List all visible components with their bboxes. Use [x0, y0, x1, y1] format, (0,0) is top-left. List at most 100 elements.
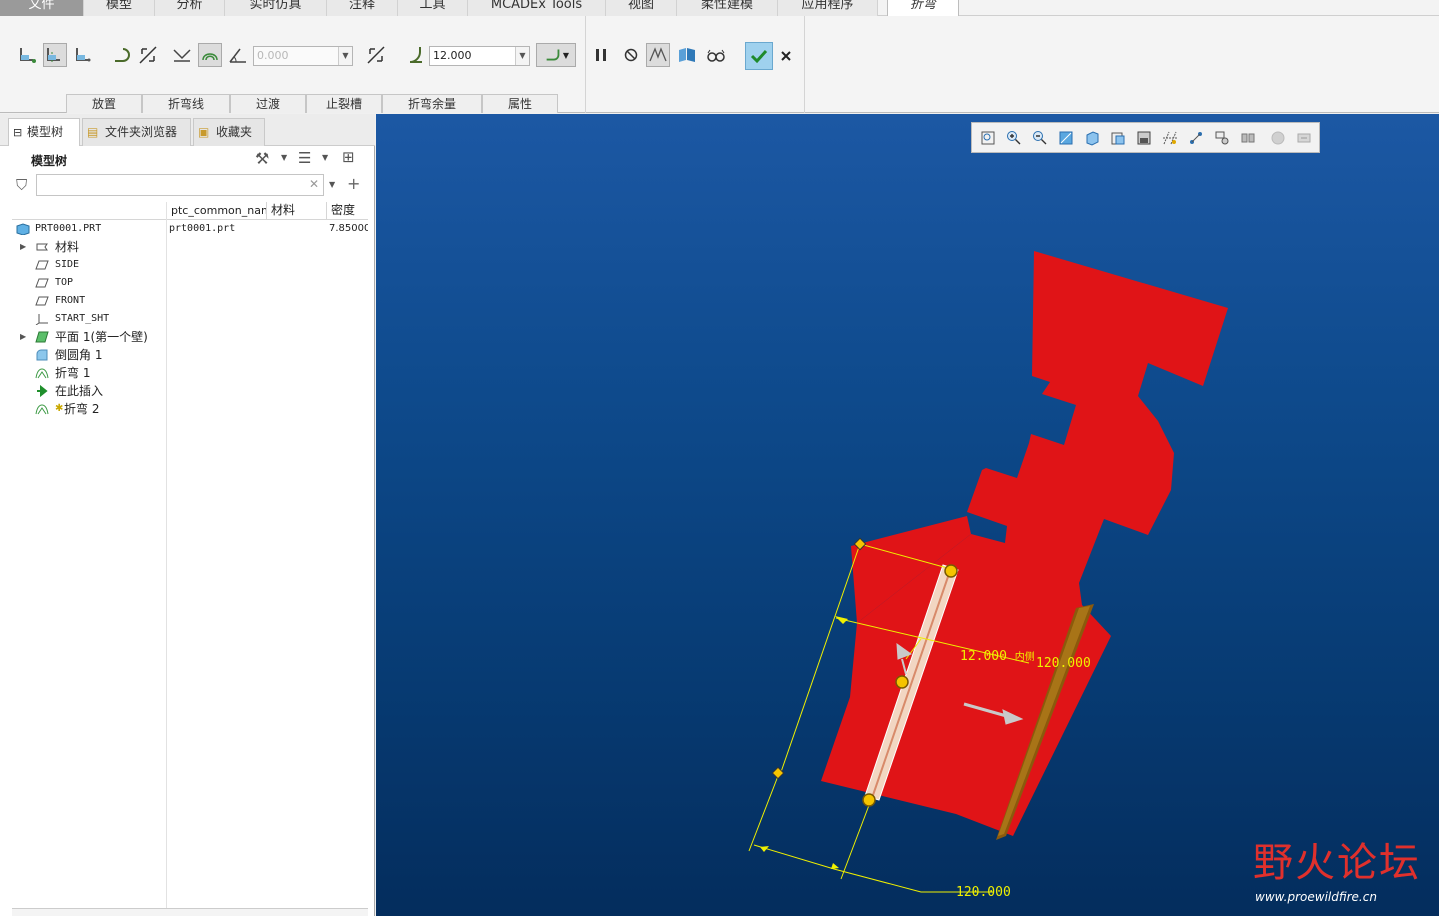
tree-item-root[interactable]: PRT0001.PRT prt0001.prt 7.85000 [12, 220, 368, 238]
bend-direction-icon[interactable] [110, 43, 134, 67]
radius-value: 12.000 [433, 49, 472, 62]
tab-flexible-modeling[interactable]: 柔性建模 [677, 0, 778, 16]
tab-bend-line[interactable]: 折弯线 [142, 94, 230, 113]
tree-item-label: 在此插入 [55, 384, 104, 398]
tree-item-insert-here[interactable]: 在此插入 [12, 382, 368, 400]
tree-item-label: 折弯 2 [64, 402, 100, 416]
tree-item-front[interactable]: FRONT [12, 292, 368, 310]
tree-item-material[interactable]: ▶ 材料 [12, 238, 368, 256]
tree-item-plane-wall[interactable]: ▶ 平面 1(第一个壁) [12, 328, 368, 346]
tree-item-start-sht[interactable]: START_SHT [12, 310, 368, 328]
chevron-down-icon[interactable]: ▼ [281, 153, 287, 162]
bend-center-icon[interactable] [43, 43, 67, 67]
chevron-down-icon[interactable]: ▼ [322, 153, 328, 162]
bend-offset-icon[interactable] [72, 43, 96, 67]
flip-bend-icon[interactable] [136, 43, 160, 67]
bend-rolled-icon[interactable] [198, 43, 222, 67]
datum-plane-icon [35, 277, 49, 289]
folder-icon: ▤ [87, 125, 99, 139]
pause-icon[interactable] [589, 43, 613, 67]
no-preview-icon[interactable] [619, 43, 643, 67]
chevron-down-icon[interactable]: ▼ [338, 47, 352, 65]
dimension-radius[interactable]: 12.000 内侧 [960, 648, 1035, 664]
angle-measure-icon[interactable] [226, 43, 250, 67]
tree-item-bend-1[interactable]: 折弯 1 [12, 364, 368, 382]
graphics-viewport[interactable]: 12.000 内侧 120.000 120.000 野火论坛 www.proew… [376, 114, 1439, 916]
tab-mcadex-tools[interactable]: MCADEx Tools [468, 0, 606, 16]
tree-settings-icon[interactable]: ⚒ [255, 149, 269, 168]
expand-icon[interactable]: ▶ [20, 328, 26, 346]
column-density[interactable]: 密度 [327, 202, 368, 220]
column-common-name[interactable]: ptc_common_name [167, 202, 267, 220]
column-material[interactable]: 材料 [267, 202, 327, 220]
tree-item-top[interactable]: TOP [12, 274, 368, 292]
tab-applications[interactable]: 应用程序 [778, 0, 878, 16]
common-name-value: prt0001.prt [169, 223, 236, 234]
tab-tools[interactable]: 工具 [398, 0, 468, 16]
radius-icon[interactable] [404, 43, 428, 67]
menu-bar: 文件 模型 分析 实时仿真 注释 工具 MCADEx Tools 视图 柔性建模… [0, 0, 1439, 17]
tree-item-label: SIDE [55, 259, 80, 270]
tab-transition[interactable]: 过渡 [230, 94, 306, 113]
clear-icon[interactable]: ✕ [309, 177, 319, 191]
panel-tabs: ⊟ 模型树 ▤ 文件夹浏览器 ▣ 收藏夹 [0, 114, 375, 146]
bend-edge-icon[interactable] [16, 43, 40, 67]
angle-input[interactable]: 0.000 ▼ [253, 46, 353, 66]
tree-item-label: PRT0001.PRT [35, 223, 102, 234]
chevron-down-icon[interactable]: ▼ [329, 180, 335, 189]
verify-mode-icon[interactable] [646, 43, 670, 67]
dimension-side-label: 内侧 [1014, 652, 1035, 663]
dimension-length-right[interactable]: 120.000 [1036, 656, 1091, 671]
dimension-length-bottom[interactable]: 120.000 [956, 885, 1011, 900]
datum-plane-icon [35, 259, 49, 271]
coordinate-system-icon [35, 313, 49, 326]
tree-item-label: 材料 [55, 240, 80, 254]
tab-bend-allowance[interactable]: 折弯余量 [382, 94, 482, 113]
tree-item-side[interactable]: SIDE [12, 256, 368, 274]
filter-row: ⛉ ✕ ▼ + [0, 174, 370, 200]
angle-value: 0.000 [257, 49, 289, 62]
add-icon[interactable]: + [347, 174, 360, 193]
tree-item-label: 倒圆角 1 [55, 348, 103, 362]
column-tree [12, 202, 167, 220]
tree-item-bend-2[interactable]: ✱ 折弯 2 [12, 400, 368, 418]
panel-title: 模型树 [31, 154, 68, 168]
tab-bend[interactable]: 折弯 [887, 0, 959, 17]
radius-input[interactable]: 12.000 ▼ [429, 46, 530, 66]
flip-angle-icon[interactable] [364, 43, 388, 67]
chevron-down-icon[interactable]: ▼ [515, 47, 529, 65]
radius-side-dropdown[interactable]: ▼ [536, 43, 576, 67]
model-canvas[interactable] [376, 114, 1439, 916]
tab-view[interactable]: 视图 [606, 0, 677, 16]
watermark-logo: 野火论坛 www.proewildfire.cn [1251, 830, 1431, 910]
tab-folder-browser[interactable]: ▤ 文件夹浏览器 [82, 118, 191, 146]
tab-model[interactable]: 模型 [84, 0, 155, 16]
round-icon [35, 349, 49, 361]
cancel-close-icon[interactable] [774, 44, 798, 68]
density-value: 7.85000 [329, 223, 368, 234]
confirm-check-icon[interactable] [745, 42, 773, 70]
tab-simulation[interactable]: 实时仿真 [225, 0, 327, 16]
geometry-preview-icon[interactable] [675, 43, 699, 67]
tab-analysis[interactable]: 分析 [155, 0, 225, 16]
datum-plane-icon [35, 295, 49, 307]
tab-placement[interactable]: 放置 [66, 94, 142, 113]
tree-columns-icon[interactable]: ☰ [298, 149, 311, 167]
filter-icon[interactable]: ⛉ [16, 176, 27, 194]
expand-icon[interactable]: ▶ [20, 238, 26, 256]
tab-annotate[interactable]: 注释 [327, 0, 398, 16]
tab-file[interactable]: 文件 [0, 0, 84, 16]
tab-properties[interactable]: 属性 [482, 94, 558, 113]
tree-item-round[interactable]: 倒圆角 1 [12, 346, 368, 364]
tab-relief[interactable]: 止裂槽 [306, 94, 382, 113]
tab-model-tree[interactable]: ⊟ 模型树 [8, 118, 80, 146]
material-icon [35, 241, 49, 253]
horizontal-scrollbar[interactable] [12, 908, 368, 916]
tab-favorites[interactable]: ▣ 收藏夹 [193, 118, 265, 146]
bend-angle-icon[interactable] [170, 43, 194, 67]
tree-filter-display-icon[interactable]: ⊞ [342, 148, 355, 166]
favorites-icon: ▣ [198, 125, 210, 139]
glasses-preview-icon[interactable] [704, 43, 728, 67]
search-input[interactable]: ✕ [36, 174, 324, 196]
tree-item-label: 折弯 1 [55, 366, 91, 380]
